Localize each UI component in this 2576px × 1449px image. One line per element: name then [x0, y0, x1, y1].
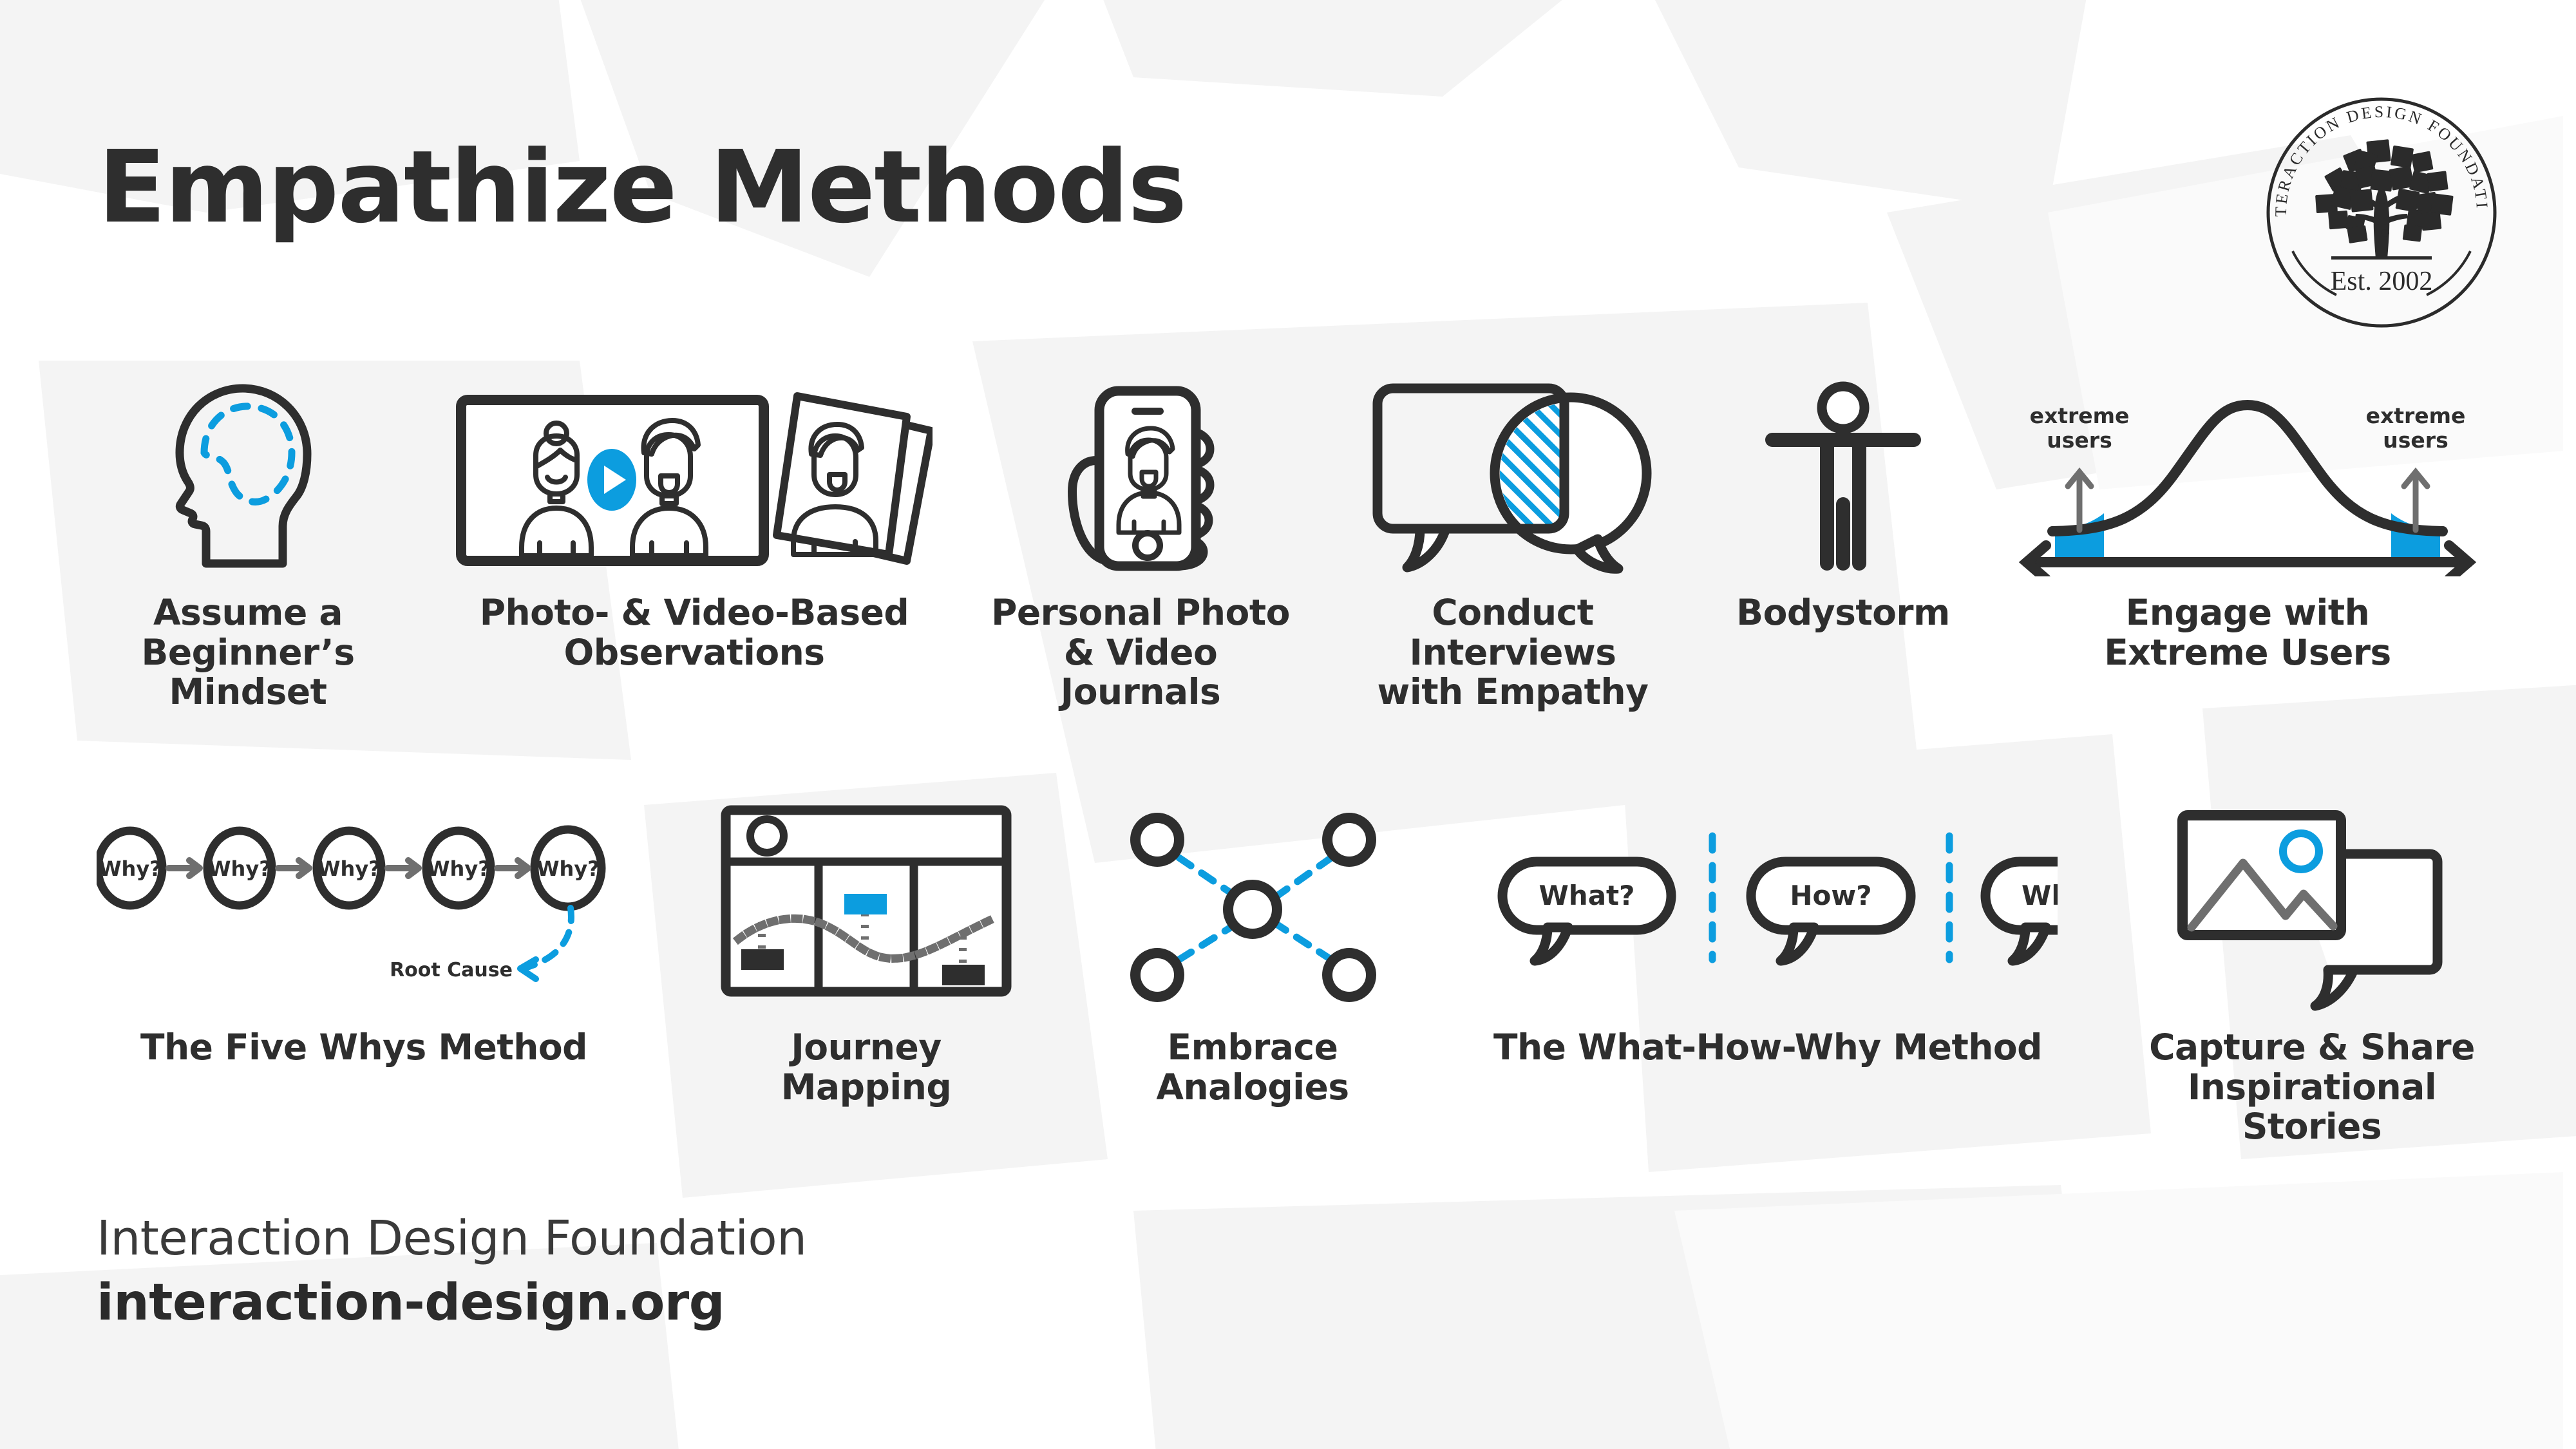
method-label: Capture & Share Inspirational Stories	[2149, 1027, 2475, 1148]
seal-est-text: Est. 2002	[2331, 267, 2433, 296]
extreme-users-right-label-line2: users	[2383, 428, 2448, 453]
page-title: Empathize Methods	[98, 129, 1187, 245]
bell-curve-extreme-users-icon: extreme users extreme users	[2018, 399, 2477, 576]
footer-website[interactable]: interaction-design.org	[97, 1274, 807, 1332]
bubble-label-what: What?	[1539, 880, 1634, 911]
method-journey-mapping[interactable]: Journey Mapping	[705, 799, 1027, 1107]
method-what-how-why[interactable]: What? How? Why	[1478, 799, 2058, 1068]
method-conduct-interviews-with-empathy[interactable]: Conduct Interviews with Empathy	[1342, 370, 1683, 712]
analogy-network-nodes-icon	[1130, 813, 1376, 1002]
why-node-label: Why?	[427, 857, 490, 881]
method-label: The What-How-Why Method	[1493, 1027, 2043, 1068]
method-bodystorm[interactable]: Bodystorm	[1734, 370, 1953, 633]
overlapping-speech-bubbles-icon	[1372, 383, 1652, 574]
footer-organization: Interaction Design Foundation	[97, 1211, 807, 1266]
photo-stack-video-play-icon	[456, 392, 933, 566]
method-photo-video-observations[interactable]: Photo- & Video-Based Observations	[450, 370, 939, 672]
method-capture-share-stories[interactable]: Capture & Share Inspirational Stories	[2132, 799, 2492, 1147]
extreme-users-left-label-line2: users	[2047, 428, 2112, 453]
footer: Interaction Design Foundation interactio…	[97, 1211, 807, 1332]
infographic-root: Empathize Methods INTERACTION DESIGN FOU…	[0, 0, 2576, 1449]
method-personal-photo-video-journals[interactable]: Personal Photo & Video Journals	[989, 370, 1292, 712]
method-label: Bodystorm	[1736, 592, 1950, 633]
method-engage-extreme-users[interactable]: extreme users extreme users Engage with …	[2003, 370, 2492, 672]
method-label: Embrace Analogies	[1156, 1027, 1349, 1108]
why-node-label: Why?	[99, 857, 162, 881]
root-cause-label: Root Cause	[390, 959, 513, 981]
bubble-label-how: How?	[1790, 880, 1871, 911]
method-label: The Five Whys Method	[140, 1027, 588, 1068]
five-whys-chain-icon: Why? Why? Why? Why? Why? Root Cause	[97, 825, 606, 982]
method-embrace-analogies[interactable]: Embrace Analogies	[1101, 799, 1404, 1107]
head-profile-brain-icon	[175, 384, 312, 568]
journey-map-grid-icon	[721, 805, 1012, 997]
method-label: Conduct Interviews with Empathy	[1377, 592, 1649, 713]
methods-row-1: Assume a Beginner’s Mindset Photo- & Vid…	[97, 370, 2492, 712]
bubble-label-why: Why?	[2022, 880, 2058, 911]
why-node-label: Why?	[536, 857, 600, 881]
why-node-label: Why?	[317, 857, 381, 881]
method-five-whys[interactable]: Why? Why? Why? Why? Why? Root Cause The …	[97, 799, 631, 1068]
method-label: Engage with Extreme Users	[2104, 592, 2391, 673]
hand-holding-phone-icon	[1067, 386, 1215, 571]
idf-seal-icon: INTERACTION DESIGN FOUNDATION	[2252, 75, 2497, 328]
image-speech-bubble-icon	[2177, 810, 2443, 1011]
extreme-users-right-label-line1: extreme	[2366, 403, 2466, 428]
what-how-why-bubbles-icon: What? How? Why	[1497, 832, 2058, 966]
highlight-sticky-note	[844, 894, 887, 914]
extreme-users-left-label-line1: extreme	[2030, 403, 2130, 428]
stick-figure-arms-out-icon	[1765, 381, 1921, 571]
logo: INTERACTION DESIGN FOUNDATION	[2252, 75, 2504, 335]
method-label: Journey Mapping	[781, 1027, 952, 1108]
method-label: Personal Photo & Video Journals	[991, 592, 1290, 713]
methods-row-2: Why? Why? Why? Why? Why? Root Cause The …	[97, 799, 2492, 1147]
method-assume-beginners-mindset[interactable]: Assume a Beginner’s Mindset	[97, 370, 399, 712]
method-label: Photo- & Video-Based Observations	[479, 592, 909, 673]
method-label: Assume a Beginner’s Mindset	[141, 592, 355, 713]
why-node-label: Why?	[208, 857, 271, 881]
